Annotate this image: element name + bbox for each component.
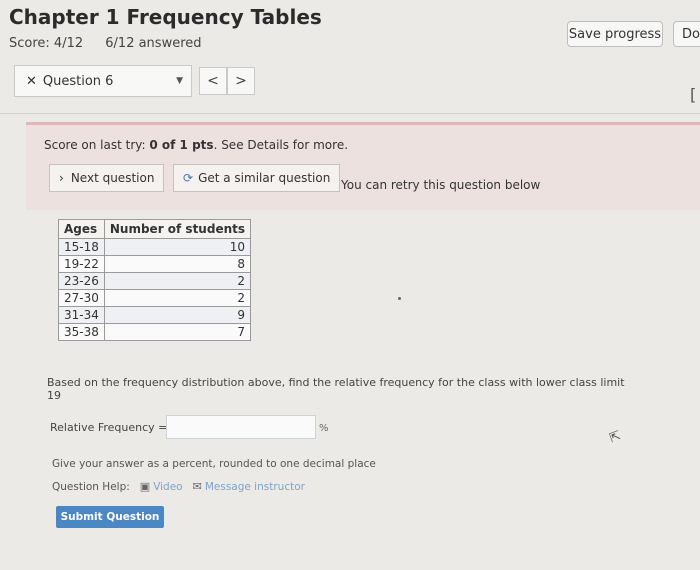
message-instructor-link[interactable]: ✉ Message instructor (193, 480, 305, 493)
table-row: 23-26 2 (58, 272, 252, 290)
question-prompt: Based on the frequency distribution abov… (47, 376, 625, 402)
caret-down-icon: ▼ (176, 76, 183, 86)
score-summary: Score: 4/12 6/12 answered (9, 36, 220, 51)
table-cell: 23-26 (58, 272, 105, 290)
refresh-icon: ⟳ (183, 171, 194, 185)
relative-frequency-input[interactable] (166, 415, 316, 439)
table-cell: 9 (103, 306, 252, 324)
table-cell: 7 (103, 323, 252, 341)
table-cell: 10 (103, 238, 252, 256)
frequency-table: Ages Number of students 15-18 10 19-22 8 2… (58, 219, 252, 341)
edge-bracket-icon: [ (690, 85, 697, 104)
table-row: 27-30 2 (58, 289, 252, 307)
table-cell: 2 (103, 272, 252, 290)
similar-question-label: Get a similar question (198, 171, 331, 185)
page-title: Chapter 1 Frequency Tables (9, 5, 322, 29)
chevron-right-icon: › (59, 171, 64, 185)
table-cell: 27-30 (58, 289, 105, 307)
relative-frequency-label: Relative Frequency = (50, 421, 168, 434)
last-try-score: Score on last try: 0 of 1 pts. See Detai… (44, 138, 349, 152)
table-cell: 2 (103, 289, 252, 307)
table-row: 35-38 7 (58, 323, 252, 341)
answer-hint: Give your answer as a percent, rounded t… (52, 458, 376, 470)
table-cell: 35-38 (58, 323, 105, 341)
question-select[interactable]: ✕ Question 6 ▼ (14, 65, 192, 97)
save-progress-button[interactable]: Save progress (567, 21, 663, 47)
percent-unit: % (319, 423, 329, 434)
header-divider (0, 113, 700, 114)
incorrect-x-icon: ✕ (26, 73, 37, 89)
next-question-arrow-button[interactable]: > (227, 67, 255, 95)
table-row: 19-22 8 (58, 255, 252, 273)
question-select-label: Question 6 (42, 73, 114, 89)
table-cell: 8 (103, 255, 252, 273)
video-link[interactable]: ▣ Video (140, 480, 183, 493)
done-button[interactable]: Done (673, 21, 700, 47)
similar-question-button[interactable]: ⟳ Get a similar question (173, 164, 341, 192)
question-help: Question Help: ▣ Video ✉ Message instruc… (52, 480, 305, 493)
question-help-label: Question Help: (52, 480, 130, 493)
previous-question-button[interactable]: < (199, 67, 227, 95)
submit-question-button[interactable]: Submit Question (56, 506, 164, 528)
next-question-button[interactable]: › Next question (49, 164, 165, 192)
mouse-cursor-icon: ⇱ (607, 428, 624, 447)
feedback-panel: Score on last try: 0 of 1 pts. See Detai… (26, 122, 700, 210)
next-question-label: Next question (70, 171, 155, 185)
table-cell: 31-34 (58, 306, 105, 324)
envelope-icon: ✉ (192, 480, 202, 493)
answered-text: 6/12 answered (105, 36, 202, 51)
table-cell: 15-18 (58, 238, 105, 256)
retry-text: You can retry this question below (341, 178, 541, 192)
table-header: Ages (58, 219, 105, 239)
table-row: 31-34 9 (58, 306, 252, 324)
table-row: 15-18 10 (58, 238, 252, 256)
table-header: Number of students (103, 219, 252, 239)
video-icon: ▣ (139, 480, 151, 493)
table-cell: 19-22 (58, 255, 105, 273)
stray-dot (398, 297, 401, 300)
score-text: Score: 4/12 (9, 36, 84, 51)
